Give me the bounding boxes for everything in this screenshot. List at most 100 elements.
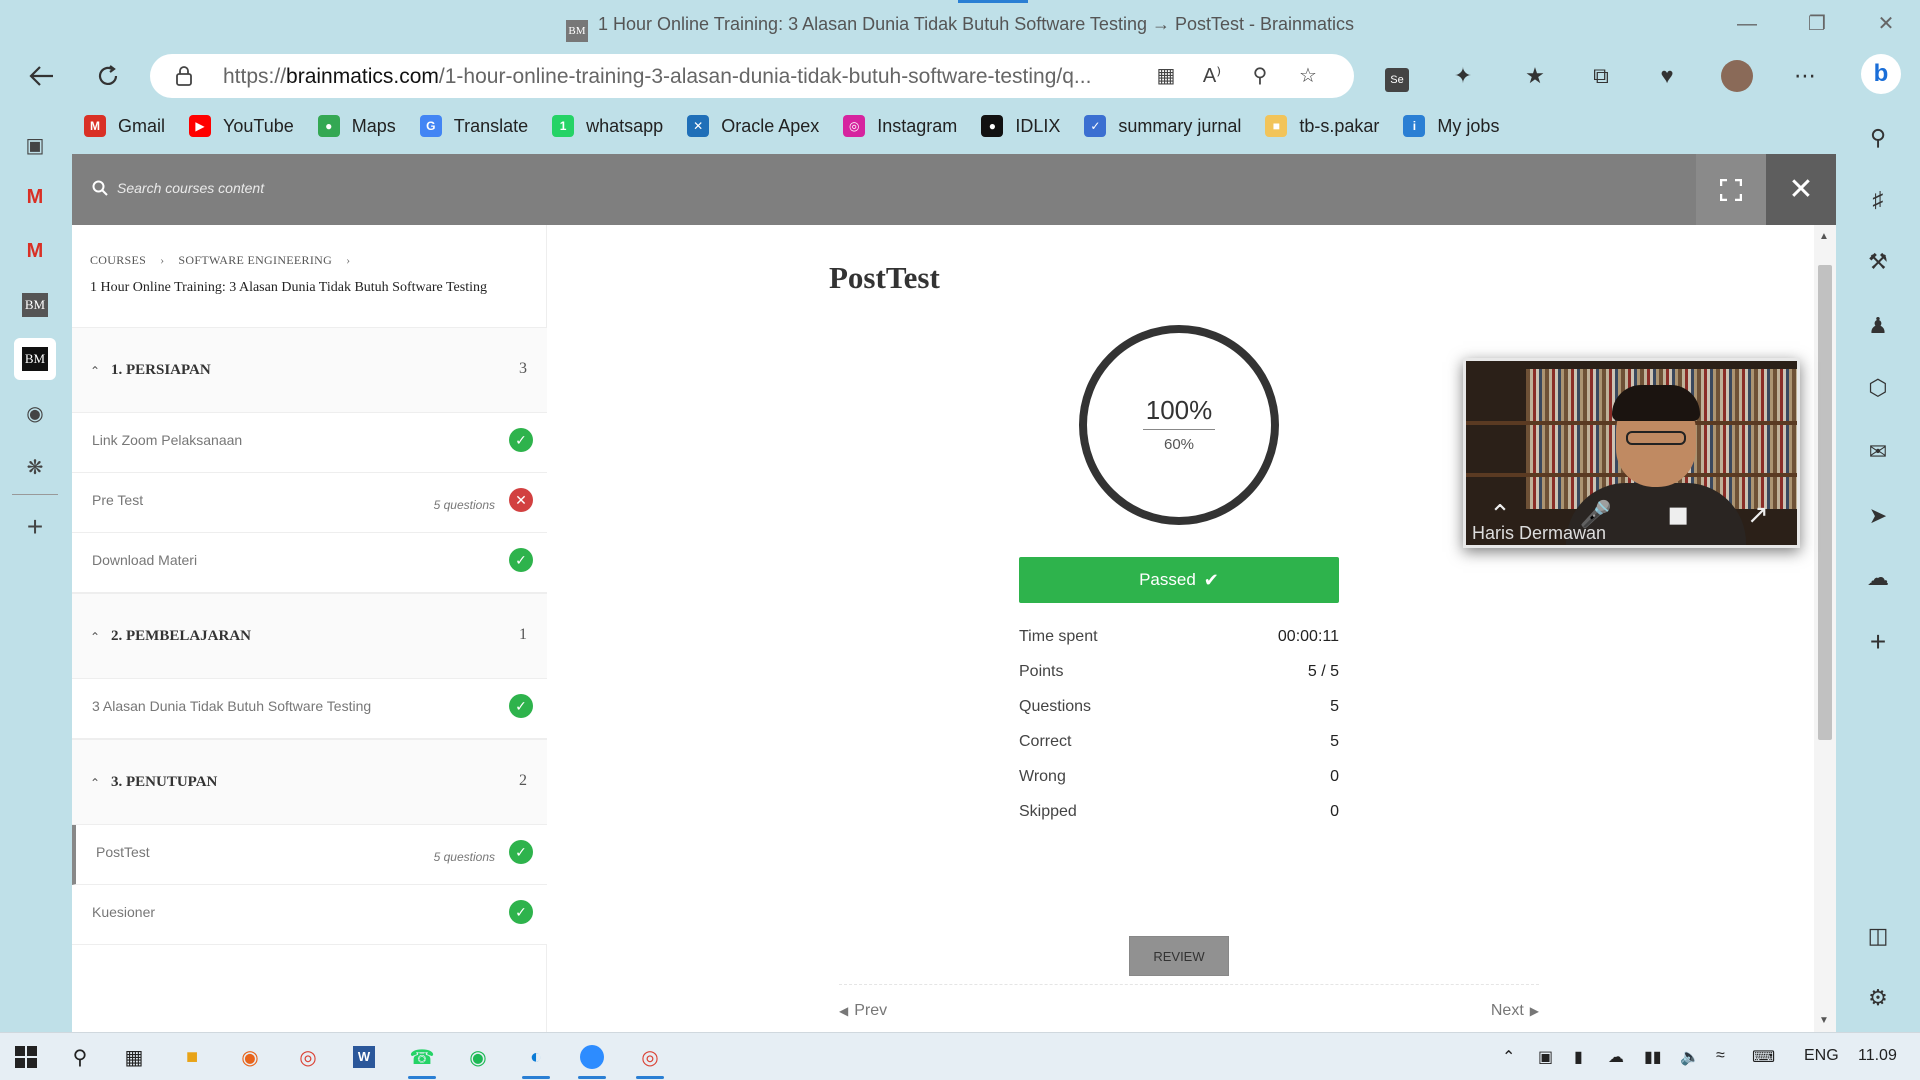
lesson-item[interactable]: Pre Test 5 questions ✕ [72, 473, 547, 533]
prev-link[interactable]: ◀ Prev [839, 1002, 887, 1020]
profile-avatar[interactable] [1720, 60, 1754, 92]
lesson-item[interactable]: PostTest 5 questions ✓ [72, 825, 547, 885]
section-header[interactable]: ⌃ 1. PERSIAPAN 3 [72, 327, 547, 413]
brainmatics-tab-icon[interactable]: BM [14, 284, 56, 326]
url-bar[interactable]: https://brainmatics.com/1-hour-online-tr… [150, 54, 1354, 98]
settings-gear-icon[interactable]: ⚙ [1858, 978, 1898, 1018]
section-header[interactable]: ⌃ 2. PEMBELAJARAN 1 [72, 593, 547, 679]
zoom-taskbar-icon[interactable] [574, 1041, 610, 1079]
browser-essentials-icon[interactable]: ♥ [1650, 60, 1684, 92]
next-link[interactable]: Next ▶ [1491, 1002, 1539, 1020]
page-scrollbar[interactable]: ▲ ▼ [1814, 225, 1836, 1032]
gmail-tab-icon[interactable]: M [14, 176, 56, 218]
firefox-icon[interactable]: ◉ [232, 1041, 268, 1073]
review-button[interactable]: REVIEW [1129, 936, 1229, 976]
bookmark-youtube[interactable]: ▶ YouTube [189, 115, 294, 137]
scroll-down-arrow-icon[interactable]: ▼ [1819, 1015, 1829, 1026]
chrome-icon[interactable]: ◎ [290, 1041, 326, 1073]
new-tab-icon[interactable]: + [14, 506, 56, 548]
favorites-icon[interactable]: ★ [1518, 60, 1552, 92]
bookmark-idlix[interactable]: ● IDLIX [981, 115, 1060, 137]
camera-tray-icon[interactable]: ▣ [1538, 1047, 1553, 1067]
lesson-item[interactable]: Download Materi ✓ [72, 533, 547, 593]
bookmark-tb-spakar[interactable]: ■ tb-s.pakar [1265, 115, 1379, 137]
lesson-item[interactable]: Link Zoom Pelaksanaan ✓ [72, 413, 547, 473]
restore-button[interactable]: ❐ [1797, 8, 1837, 40]
read-aloud-icon[interactable]: A⁾ [1196, 62, 1228, 90]
clock[interactable]: 11.09 [1858, 1047, 1897, 1065]
shopping-icon[interactable]: ♯ [1858, 180, 1898, 220]
tb-spakar-icon: ■ [1265, 115, 1288, 137]
word-icon[interactable]: W [346, 1041, 382, 1073]
hide-sidebar-icon[interactable]: ◫ [1858, 916, 1898, 956]
onedrive-icon[interactable]: ☁ [1608, 1047, 1624, 1067]
gmail-tab-2-icon[interactable]: M [14, 230, 56, 272]
search-taskbar-icon[interactable]: ⚲ [62, 1041, 98, 1073]
search-sidebar-icon[interactable]: ⚲ [1858, 118, 1898, 158]
extensions-icon[interactable]: ✦ [1446, 60, 1480, 92]
breadcrumb-category[interactable]: SOFTWARE ENGINEERING [178, 253, 332, 267]
bookmark-maps[interactable]: ● Maps [317, 115, 396, 137]
microsoft-365-icon[interactable]: ⬡ [1858, 368, 1898, 408]
edge-sidebar: ⚲ ♯ ⚒ ♟ ⬡ ✉ ➤ ☁ + ◫ ⚙ [1836, 100, 1920, 1032]
section-header[interactable]: ⌃ 3. PENUTUPAN 2 [72, 739, 547, 825]
brainmatics-active-tab-icon[interactable]: BM [14, 338, 56, 380]
chrome-running-icon[interactable]: ◎ [632, 1041, 668, 1079]
back-button[interactable] [22, 58, 62, 94]
oracle-apex-icon: ✕ [687, 115, 710, 137]
tab-actions-icon[interactable]: ▣ [14, 124, 56, 166]
lesson-item[interactable]: Kuesioner ✓ [72, 885, 547, 945]
whatsapp-taskbar-icon[interactable]: ☎ [404, 1041, 440, 1079]
collections-icon[interactable]: ⧉ [1584, 60, 1618, 92]
language-indicator[interactable]: ENG [1804, 1047, 1839, 1065]
outlook-icon[interactable]: ✉ [1858, 432, 1898, 472]
bookmark-oracle-apex[interactable]: ✕ Oracle Apex [687, 115, 819, 137]
telegram-icon[interactable]: ➤ [1858, 496, 1898, 536]
zoom-out-icon[interactable]: ⚲ [1244, 62, 1276, 90]
edge-icon[interactable]: ◐ [518, 1041, 554, 1079]
fullscreen-button[interactable] [1696, 154, 1766, 225]
app-available-icon[interactable]: ▦ [1150, 62, 1182, 90]
wifi-icon[interactable]: ≈ [1716, 1047, 1725, 1065]
close-course-button[interactable]: ✕ [1766, 154, 1836, 225]
zoom-video-window[interactable]: ⌃ 🎤 ◼ ↗ Haris Dermawan [1463, 358, 1800, 548]
bookmark-whatsapp[interactable]: 1 whatsapp [552, 115, 663, 137]
scrollbar-thumb[interactable] [1818, 265, 1832, 740]
microphone-tray-icon[interactable]: ▮ [1574, 1047, 1583, 1067]
file-explorer-icon[interactable]: ■ [174, 1041, 210, 1073]
lock-icon[interactable] [176, 66, 192, 86]
task-view-icon[interactable]: ▦ [116, 1041, 152, 1073]
refresh-button[interactable] [88, 58, 128, 94]
active-tab-indicator[interactable] [958, 0, 1028, 3]
bing-copilot-icon[interactable]: b [1858, 54, 1904, 98]
github-tab-icon[interactable]: ◉ [14, 392, 56, 434]
keyboard-icon[interactable]: ⌨ [1752, 1047, 1775, 1067]
bookmark-my-jobs[interactable]: i My jobs [1403, 115, 1499, 137]
more-menu-icon[interactable]: ⋯ [1788, 60, 1822, 92]
show-hidden-icons-icon[interactable]: ⌃ [1502, 1047, 1515, 1067]
spotify-icon[interactable]: ◉ [460, 1041, 496, 1073]
favorite-add-icon[interactable]: ☆ [1292, 62, 1324, 90]
search-input[interactable]: Search courses content [117, 180, 264, 196]
bookmark-gmail[interactable]: M Gmail [84, 115, 165, 137]
volume-icon[interactable]: 🔈 [1680, 1047, 1700, 1067]
battery-icon[interactable]: ▮▮ [1644, 1047, 1662, 1067]
windows-start-icon[interactable] [8, 1041, 44, 1073]
pop-out-icon[interactable]: ↗ [1738, 499, 1778, 535]
bookmark-translate[interactable]: G Translate [419, 115, 528, 137]
minimize-button[interactable]: — [1727, 8, 1767, 40]
close-window-button[interactable]: ✕ [1866, 8, 1906, 40]
bookmark-summary-jurnal[interactable]: ✓ summary jurnal [1084, 115, 1241, 137]
add-sidebar-app-icon[interactable]: + [1858, 622, 1898, 662]
url-text[interactable]: https://brainmatics.com/1-hour-online-tr… [223, 65, 1263, 89]
video-off-icon[interactable]: ◼ [1658, 499, 1698, 535]
games-icon[interactable]: ♟ [1858, 306, 1898, 346]
scroll-up-arrow-icon[interactable]: ▲ [1819, 231, 1829, 242]
lesson-item[interactable]: 3 Alasan Dunia Tidak Butuh Software Test… [72, 679, 547, 739]
cloud-icon[interactable]: ☁ [1858, 558, 1898, 598]
bookmark-instagram[interactable]: ◎ Instagram [843, 115, 957, 137]
tools-icon[interactable]: ⚒ [1858, 242, 1898, 282]
chatgpt-tab-icon[interactable]: ❋ [14, 446, 56, 488]
selenium-extension-icon[interactable]: Se [1380, 60, 1414, 92]
breadcrumb-courses[interactable]: COURSES [90, 253, 146, 267]
